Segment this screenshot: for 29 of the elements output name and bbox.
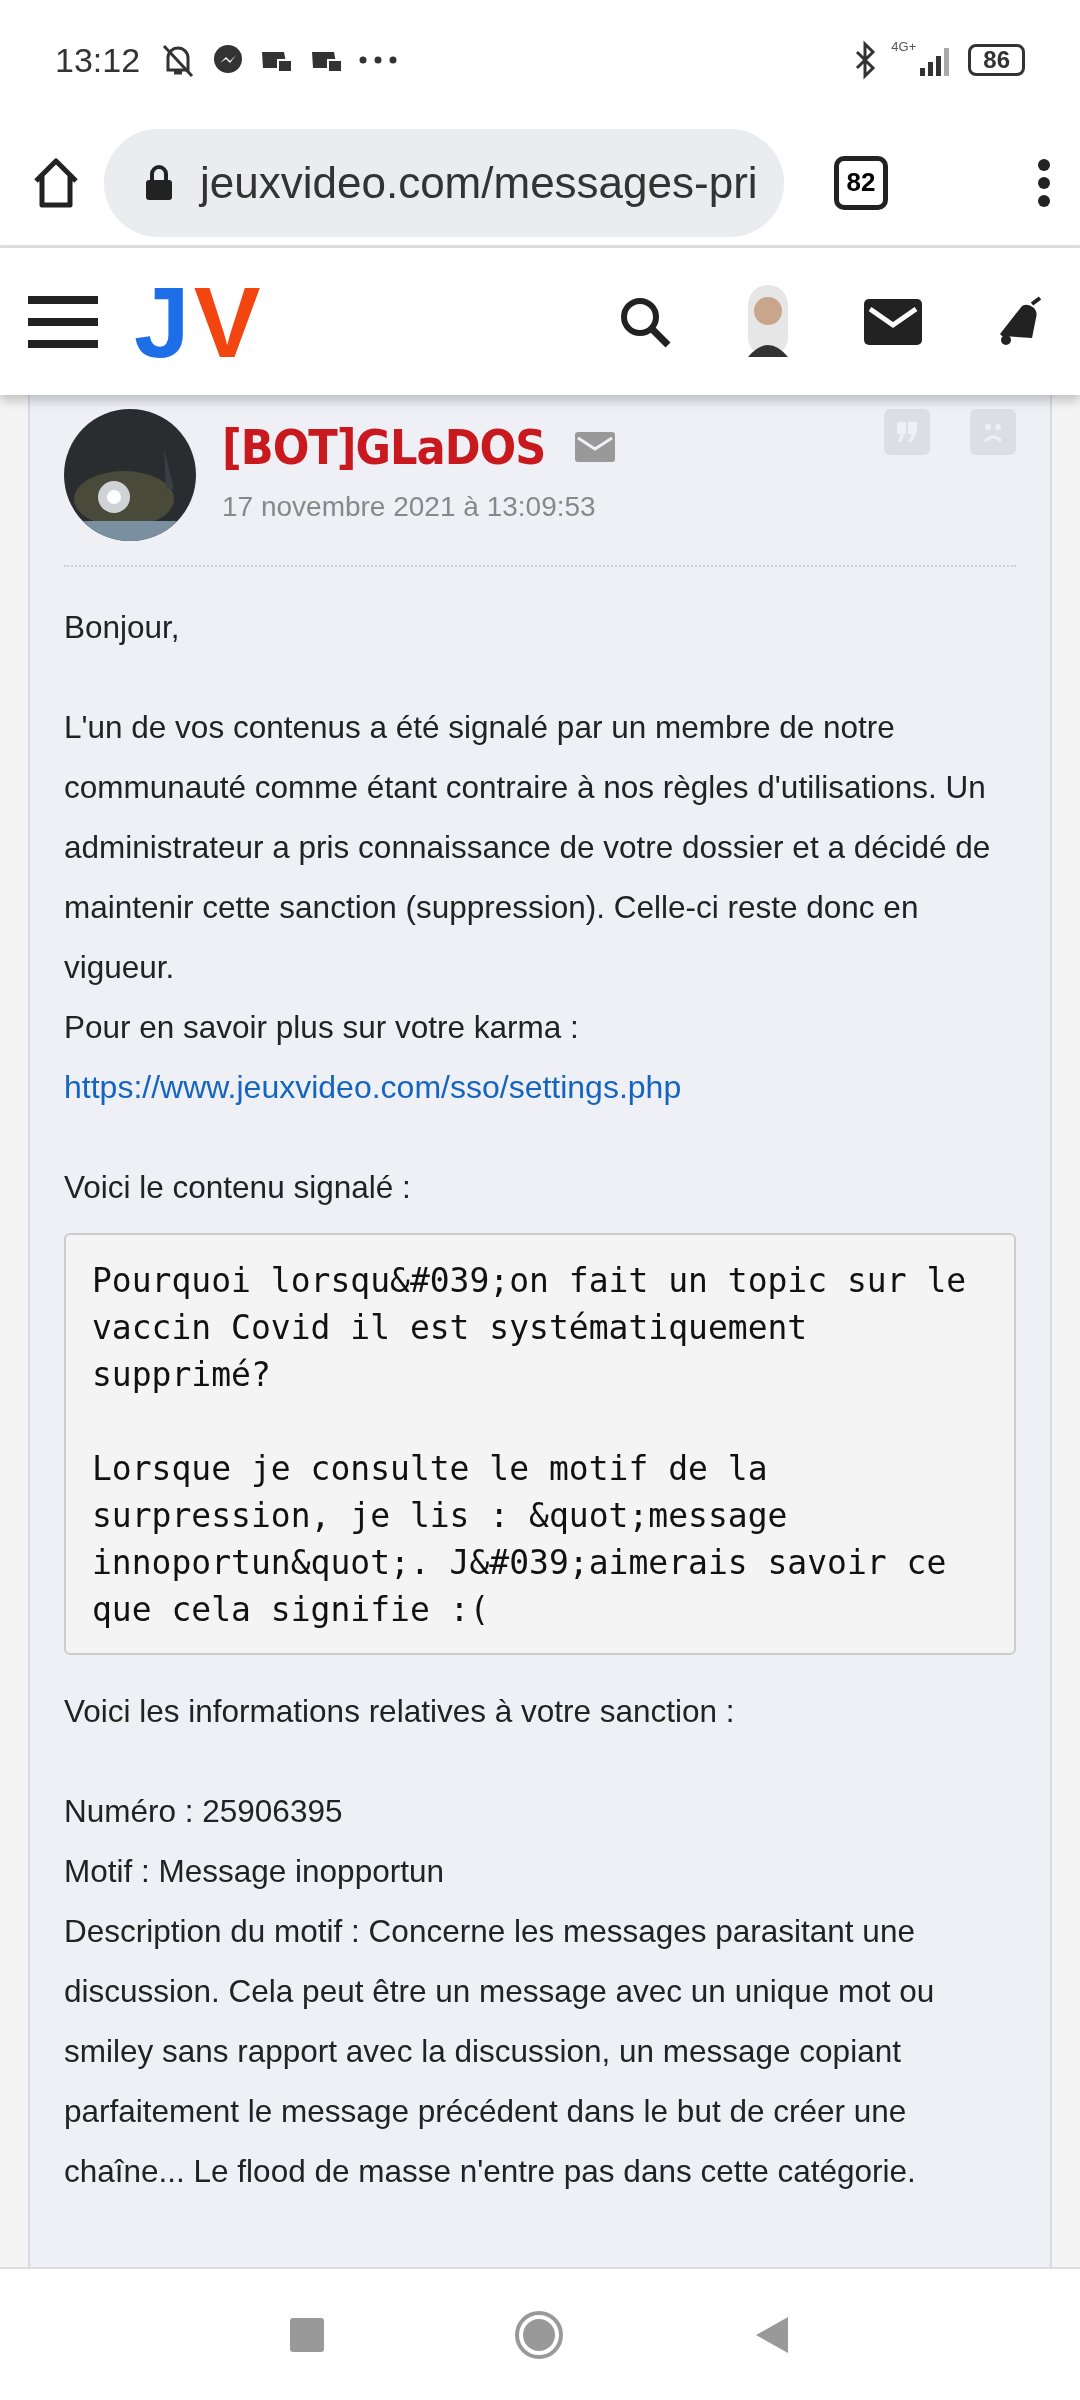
address-bar[interactable]: jeuxvideo.com/messages-pri — [104, 128, 784, 237]
bluetooth-icon — [853, 40, 878, 80]
karma-text: Pour en savoir plus sur votre karma : — [64, 1008, 580, 1047]
sanction-text: Description du motif : Concerne les messages parasitant une discussion. Cela peut être un message avec un unique mot ou smiley sans rapport avec la discussion, un message copiant parfaitement le message précédent dans le but de créer une chaîne... Le flood de masse n'entre pas dans cette catégorie. — [64, 1912, 936, 2191]
site-logo[interactable]: JV — [128, 261, 269, 382]
reported-label: Voici le contenu signalé : — [64, 1168, 412, 1207]
sanction-text: Numéro : 25906395 — [64, 1792, 344, 1831]
network-type: 4G+ — [891, 38, 917, 54]
messenger-icon — [212, 44, 245, 76]
code-text: Pourquoi lorsqu&#039;on fait un topic sur le vaccin Covid il est systématiquement supprimé? — [92, 1260, 968, 1396]
status-time: 13:12 — [55, 40, 141, 80]
sanction-text: Motif : Message inopportun — [64, 1852, 445, 1891]
back-icon[interactable] — [754, 2314, 790, 2355]
sanction-label: Voici les informations relatives à votre sanction : — [64, 1692, 736, 1731]
greeting-text: Bonjour, — [64, 608, 181, 647]
tab-count-button[interactable]: 82 — [834, 155, 888, 210]
message-date: 17 novembre 2021 à 13:09:53 — [222, 491, 597, 523]
mail-icon[interactable] — [864, 298, 922, 345]
recents-icon[interactable] — [290, 2317, 324, 2352]
lock-icon — [144, 163, 174, 202]
settings-link[interactable]: https://www.jeuxvideo.com/sso/settings.php — [64, 1057, 682, 1117]
battery-level: 86 — [968, 44, 1025, 76]
url-text: jeuxvideo.com/messages-pri — [200, 157, 758, 208]
code-text: Lorsque je consulte le motif de la surpression, je lis : &quot;message innoportun&quot;. J&#039;aimerais savoir ce que cela signifie :( — [92, 1448, 948, 1631]
menu-icon[interactable] — [28, 293, 98, 350]
message-paragraph: L'un de vos contenus a été signalé par un membre de notre communauté comme étant contraire à nos règles d'utilisations. Un administrateur a pris connaissance de votre dossier et a décidé de maintenir cette sanction (suppression). Celle-ci reste donc en vigueur. — [64, 708, 992, 987]
more-icon — [358, 55, 399, 65]
author-name[interactable]: [BOT]GLaDOS — [222, 419, 546, 475]
menu-icon[interactable] — [1036, 157, 1052, 208]
